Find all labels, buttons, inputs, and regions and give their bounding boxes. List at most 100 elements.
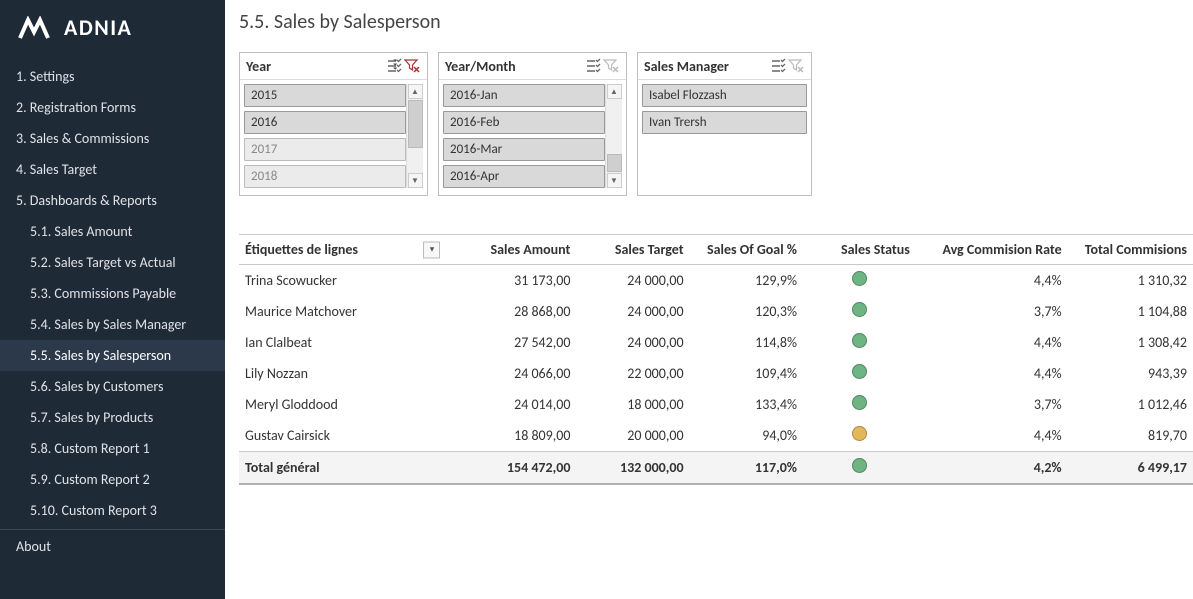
clear-filter-icon[interactable] [403,57,421,75]
scroll-down-icon[interactable]: ▼ [607,173,622,188]
cell-amount: 27 542,00 [444,327,576,358]
slicer-year-month-option[interactable]: 2016-Mar [443,138,605,161]
table-row[interactable]: Gustav Cairsick18 809,0020 000,0094,0%4,… [239,420,1193,452]
cell-rate: 3,7% [916,296,1068,327]
scroll-up-icon[interactable]: ▲ [408,84,423,99]
cell-target: 20 000,00 [576,420,689,452]
nav-about[interactable]: About [0,531,225,562]
nav-divider [0,529,225,530]
subnav-commissions-payable[interactable]: 5.3. Commissions Payable [0,278,225,309]
multiselect-icon[interactable] [385,57,403,75]
table-row[interactable]: Lily Nozzan24 066,0022 000,00109,4%4,4%9… [239,358,1193,389]
nav-sales-commissions[interactable]: 3. Sales & Commissions [0,123,225,154]
scroll-thumb[interactable] [408,100,423,148]
status-dot-icon [852,395,867,410]
header-avg-commission-rate: Avg Commision Rate [916,235,1068,265]
cell-status [803,327,916,358]
cell-amount: 24 066,00 [444,358,576,389]
slicer-year-month-option[interactable]: 2016-Feb [443,111,605,134]
slicer-year-header: Year [240,53,427,80]
nav-dashboards-reports[interactable]: 5. Dashboards & Reports [0,185,225,216]
clear-filter-icon[interactable] [602,57,620,75]
cell-amount: 18 809,00 [444,420,576,452]
cell-rate: 4,4% [916,265,1068,297]
subnav-custom-report-3[interactable]: 5.10. Custom Report 3 [0,495,225,526]
slicer-year-option[interactable]: 2015 [244,84,406,107]
cell-amount: 24 014,00 [444,389,576,420]
sidebar: ADNIA 1. Settings 2. Registration Forms … [0,0,225,599]
cell-status [803,296,916,327]
total-label: Total général [239,452,444,485]
nav-registration-forms[interactable]: 2. Registration Forms [0,92,225,123]
page-title: 5.5. Sales by Salesperson [239,6,1183,52]
nav: 1. Settings 2. Registration Forms 3. Sal… [0,61,225,562]
clear-filter-icon[interactable] [787,57,805,75]
cell-label: Maurice Matchover [239,296,444,327]
logo: ADNIA [0,0,225,61]
scrollbar[interactable]: ▲ ▼ [605,84,622,188]
slicer-sales-manager-option[interactable]: Ivan Trersh [642,111,807,134]
subnav-sales-by-customers[interactable]: 5.6. Sales by Customers [0,371,225,402]
cell-commissions: 819,70 [1068,420,1193,452]
subnav-sales-amount[interactable]: 5.1. Sales Amount [0,216,225,247]
scroll-thumb[interactable] [607,154,622,172]
cell-goal: 94,0% [690,420,803,452]
slicer-sales-manager-header: Sales Manager [638,53,811,80]
header-sales-status: Sales Status [803,235,916,265]
slicer-year-option[interactable]: 2016 [244,111,406,134]
header-row-labels-text: Étiquettes de lignes [245,241,358,258]
cell-rate: 4,4% [916,358,1068,389]
status-dot-icon [852,458,867,473]
cell-goal: 129,9% [690,265,803,297]
cell-target: 24 000,00 [576,327,689,358]
cell-status [803,265,916,297]
cell-label: Ian Clalbeat [239,327,444,358]
cell-status [803,358,916,389]
cell-label: Gustav Cairsick [239,420,444,452]
table-row[interactable]: Maurice Matchover28 868,0024 000,00120,3… [239,296,1193,327]
cell-commissions: 943,39 [1068,358,1193,389]
cell-target: 24 000,00 [576,296,689,327]
slicer-year-title: Year [246,58,385,75]
nav-settings[interactable]: 1. Settings [0,61,225,92]
multiselect-icon[interactable] [584,57,602,75]
logo-icon [18,16,54,40]
scroll-down-icon[interactable]: ▼ [408,173,423,188]
slicer-year-month-body: 2016-Jan 2016-Feb 2016-Mar 2016-Apr ▲ ▼ [439,80,626,192]
slicer-year-body: 2015 2016 2017 2018 ▲ ▼ [240,80,427,192]
total-goal: 117,0% [690,452,803,485]
subnav-custom-report-2[interactable]: 5.9. Custom Report 2 [0,464,225,495]
header-row-labels: Étiquettes de lignes ▾ [239,235,444,265]
scrollbar[interactable]: ▲ ▼ [406,84,423,188]
slicer-year-month-option[interactable]: 2016-Jan [443,84,605,107]
cell-goal: 114,8% [690,327,803,358]
subnav-sales-target-vs-actual[interactable]: 5.2. Sales Target vs Actual [0,247,225,278]
scroll-up-icon[interactable]: ▲ [607,84,622,99]
subnav-custom-report-1[interactable]: 5.8. Custom Report 1 [0,433,225,464]
table-row[interactable]: Ian Clalbeat27 542,0024 000,00114,8%4,4%… [239,327,1193,358]
total-status [803,452,916,485]
total-rate: 4,2% [916,452,1068,485]
cell-commissions: 1 012,46 [1068,389,1193,420]
row-labels-filter-icon[interactable]: ▾ [423,241,440,258]
cell-commissions: 1 310,32 [1068,265,1193,297]
slicer-year-month-option[interactable]: 2016-Apr [443,165,605,188]
multiselect-icon[interactable] [769,57,787,75]
table-row[interactable]: Trina Scowucker31 173,0024 000,00129,9%4… [239,265,1193,297]
cell-commissions: 1 308,42 [1068,327,1193,358]
slicer-year-option[interactable]: 2018 [244,165,406,188]
subnav-sales-by-sales-manager[interactable]: 5.4. Sales by Sales Manager [0,309,225,340]
slicer-year-month-title: Year/Month [445,58,584,75]
slicer-year-month: Year/Month 2016-Jan 2016-Feb 2016-Mar 20… [438,52,627,196]
table-header-row: Étiquettes de lignes ▾ Sales Amount Sale… [239,235,1193,265]
slicer-year-option[interactable]: 2017 [244,138,406,161]
cell-rate: 3,7% [916,389,1068,420]
cell-goal: 133,4% [690,389,803,420]
nav-sales-target[interactable]: 4. Sales Target [0,154,225,185]
slicer-sales-manager-option[interactable]: Isabel Flozzash [642,84,807,107]
subnav-sales-by-salesperson[interactable]: 5.5. Sales by Salesperson [0,340,225,371]
cell-status [803,420,916,452]
cell-status [803,389,916,420]
subnav-sales-by-products[interactable]: 5.7. Sales by Products [0,402,225,433]
table-row[interactable]: Meryl Gloddood24 014,0018 000,00133,4%3,… [239,389,1193,420]
